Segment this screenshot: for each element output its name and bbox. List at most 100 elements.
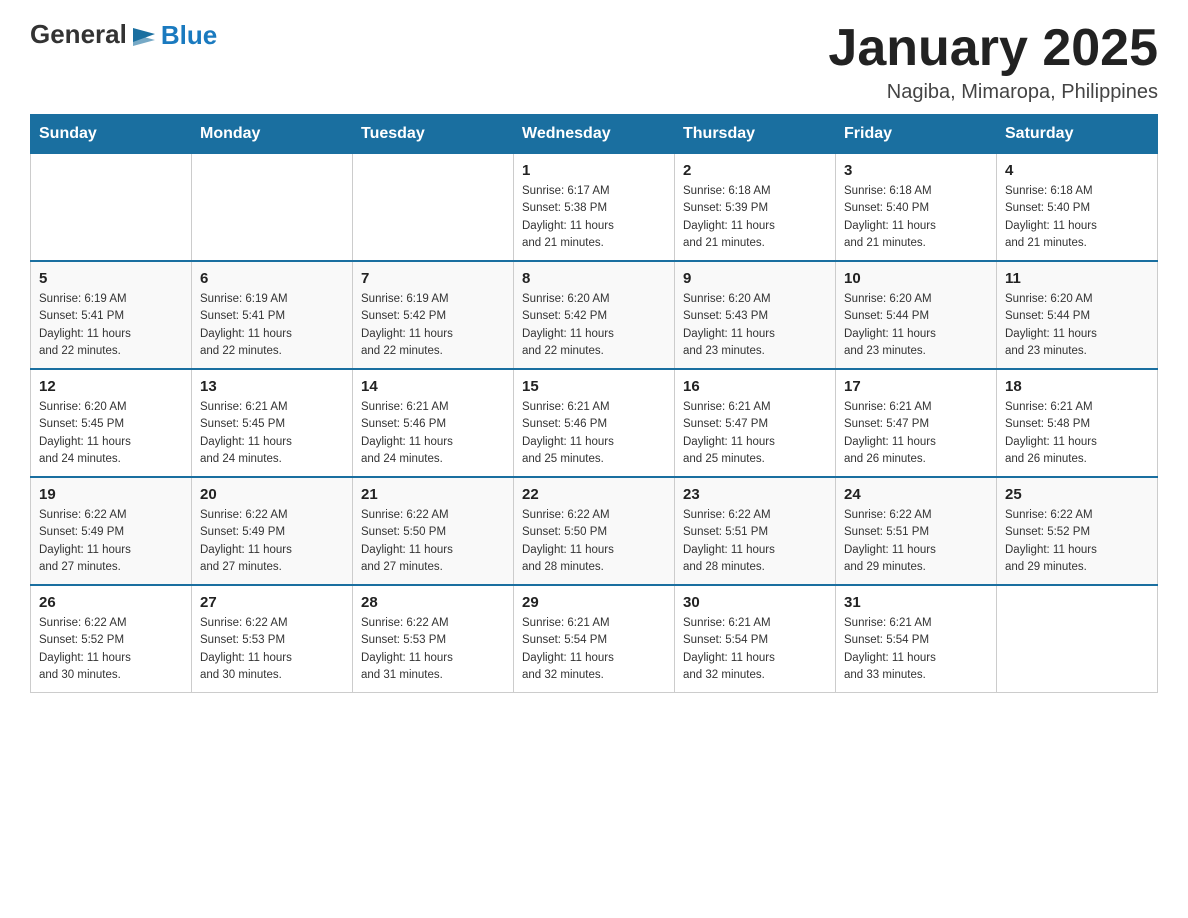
calendar-cell: 9 Sunrise: 6:20 AMSunset: 5:43 PMDaylight… [675, 261, 836, 369]
calendar-cell [353, 154, 514, 262]
calendar-cell: 21Sunrise: 6:22 AMSunset: 5:50 PMDayligh… [353, 477, 514, 585]
calendar-cell: 10 Sunrise: 6:20 AMSunset: 5:44 PMDayligh… [836, 261, 997, 369]
calendar-cell: 6 Sunrise: 6:19 AMSunset: 5:41 PMDaylight… [192, 261, 353, 369]
day-number: 11 [1005, 270, 1149, 287]
day-number: 24 [844, 486, 988, 503]
calendar-cell [192, 154, 353, 262]
day-info: Sunrise: 6:18 AMSunset: 5:40 PMDaylight:… [1005, 183, 1149, 252]
calendar-cell: 12 Sunrise: 6:20 AMSunset: 5:45 PMDayligh… [31, 369, 192, 477]
day-number: 20 [200, 486, 344, 503]
calendar-cell: 3 Sunrise: 6:18 AMSunset: 5:40 PMDaylight… [836, 154, 997, 262]
day-info: Sunrise: 6:22 AMSunset: 5:53 PMDaylight:… [361, 615, 505, 684]
day-number: 9 [683, 270, 827, 287]
day-number: 4 [1005, 162, 1149, 179]
day-number: 15 [522, 378, 666, 395]
calendar-cell: 26 Sunrise: 6:22 AMSunset: 5:52 PMDayligh… [31, 585, 192, 693]
calendar-cell: 18 Sunrise: 6:21 AMSunset: 5:48 PMDayligh… [997, 369, 1158, 477]
calendar-week-5: 26 Sunrise: 6:22 AMSunset: 5:52 PMDayligh… [31, 585, 1158, 693]
calendar-cell: 20 Sunrise: 6:22 AMSunset: 5:49 PMDayligh… [192, 477, 353, 585]
calendar-cell: 11 Sunrise: 6:20 AMSunset: 5:44 PMDayligh… [997, 261, 1158, 369]
calendar-cell: 29 Sunrise: 6:21 AMSunset: 5:54 PMDayligh… [514, 585, 675, 693]
calendar-cell: 8 Sunrise: 6:20 AMSunset: 5:42 PMDaylight… [514, 261, 675, 369]
logo-flag-icon [129, 24, 159, 54]
day-number: 13 [200, 378, 344, 395]
day-info: Sunrise: 6:21 AMSunset: 5:45 PMDaylight:… [200, 399, 344, 468]
day-info: Sunrise: 6:22 AMSunset: 5:51 PMDaylight:… [683, 507, 827, 576]
day-info: Sunrise: 6:18 AMSunset: 5:40 PMDaylight:… [844, 183, 988, 252]
day-info: Sunrise: 6:21 AMSunset: 5:54 PMDaylight:… [844, 615, 988, 684]
day-number: 29 [522, 594, 666, 611]
column-header-monday: Monday [192, 115, 353, 154]
day-number: 31 [844, 594, 988, 611]
calendar-cell: 31 Sunrise: 6:21 AMSunset: 5:54 PMDayligh… [836, 585, 997, 693]
calendar-cell: 25Sunrise: 6:22 AMSunset: 5:52 PMDayligh… [997, 477, 1158, 585]
day-info: Sunrise: 6:21 AMSunset: 5:54 PMDaylight:… [683, 615, 827, 684]
column-header-thursday: Thursday [675, 115, 836, 154]
day-number: 8 [522, 270, 666, 287]
calendar-cell: 28 Sunrise: 6:22 AMSunset: 5:53 PMDayligh… [353, 585, 514, 693]
calendar-cell: 19 Sunrise: 6:22 AMSunset: 5:49 PMDayligh… [31, 477, 192, 585]
day-info: Sunrise: 6:17 AMSunset: 5:38 PMDaylight:… [522, 183, 666, 252]
column-header-tuesday: Tuesday [353, 115, 514, 154]
day-info: Sunrise: 6:20 AMSunset: 5:42 PMDaylight:… [522, 291, 666, 360]
day-info: Sunrise: 6:20 AMSunset: 5:45 PMDaylight:… [39, 399, 183, 468]
calendar-cell: 4 Sunrise: 6:18 AMSunset: 5:40 PMDaylight… [997, 154, 1158, 262]
logo-general: General [30, 19, 127, 49]
day-number: 30 [683, 594, 827, 611]
calendar-cell: 5Sunrise: 6:19 AMSunset: 5:41 PMDaylight… [31, 261, 192, 369]
column-header-wednesday: Wednesday [514, 115, 675, 154]
day-number: 14 [361, 378, 505, 395]
day-info: Sunrise: 6:21 AMSunset: 5:47 PMDaylight:… [683, 399, 827, 468]
day-info: Sunrise: 6:20 AMSunset: 5:44 PMDaylight:… [844, 291, 988, 360]
day-info: Sunrise: 6:21 AMSunset: 5:46 PMDaylight:… [522, 399, 666, 468]
calendar-cell: 30 Sunrise: 6:21 AMSunset: 5:54 PMDayligh… [675, 585, 836, 693]
day-info: Sunrise: 6:22 AMSunset: 5:50 PMDaylight:… [361, 507, 505, 576]
day-number: 25 [1005, 486, 1149, 503]
calendar-week-3: 12 Sunrise: 6:20 AMSunset: 5:45 PMDayligh… [31, 369, 1158, 477]
calendar-header-row: SundayMondayTuesdayWednesdayThursdayFrid… [31, 115, 1158, 154]
logo: General Blue [30, 20, 217, 51]
day-number: 22 [522, 486, 666, 503]
day-info: Sunrise: 6:21 AMSunset: 5:47 PMDaylight:… [844, 399, 988, 468]
day-number: 5 [39, 270, 183, 287]
day-info: Sunrise: 6:22 AMSunset: 5:52 PMDaylight:… [39, 615, 183, 684]
column-header-saturday: Saturday [997, 115, 1158, 154]
day-number: 17 [844, 378, 988, 395]
calendar-cell: 7Sunrise: 6:19 AMSunset: 5:42 PMDaylight… [353, 261, 514, 369]
day-info: Sunrise: 6:22 AMSunset: 5:49 PMDaylight:… [39, 507, 183, 576]
day-number: 19 [39, 486, 183, 503]
day-info: Sunrise: 6:22 AMSunset: 5:49 PMDaylight:… [200, 507, 344, 576]
column-header-friday: Friday [836, 115, 997, 154]
day-number: 27 [200, 594, 344, 611]
day-info: Sunrise: 6:22 AMSunset: 5:50 PMDaylight:… [522, 507, 666, 576]
day-info: Sunrise: 6:20 AMSunset: 5:43 PMDaylight:… [683, 291, 827, 360]
calendar-cell: 27Sunrise: 6:22 AMSunset: 5:53 PMDayligh… [192, 585, 353, 693]
calendar-cell: 23 Sunrise: 6:22 AMSunset: 5:51 PMDayligh… [675, 477, 836, 585]
calendar-cell: 15 Sunrise: 6:21 AMSunset: 5:46 PMDayligh… [514, 369, 675, 477]
calendar-week-4: 19 Sunrise: 6:22 AMSunset: 5:49 PMDayligh… [31, 477, 1158, 585]
day-number: 28 [361, 594, 505, 611]
calendar-cell: 14Sunrise: 6:21 AMSunset: 5:46 PMDayligh… [353, 369, 514, 477]
day-number: 2 [683, 162, 827, 179]
day-number: 12 [39, 378, 183, 395]
column-header-sunday: Sunday [31, 115, 192, 154]
page-header: General Blue January 2025 Nagiba, Mimaro… [30, 20, 1158, 104]
day-number: 6 [200, 270, 344, 287]
day-number: 10 [844, 270, 988, 287]
day-number: 18 [1005, 378, 1149, 395]
day-info: Sunrise: 6:21 AMSunset: 5:54 PMDaylight:… [522, 615, 666, 684]
calendar-week-2: 5 Sunrise: 6:19 AMSunset: 5:41 PMDaylight… [31, 261, 1158, 369]
day-info: Sunrise: 6:20 AMSunset: 5:44 PMDaylight:… [1005, 291, 1149, 360]
day-info: Sunrise: 6:21 AMSunset: 5:48 PMDaylight:… [1005, 399, 1149, 468]
day-info: Sunrise: 6:19 AMSunset: 5:41 PMDaylight:… [200, 291, 344, 360]
day-number: 26 [39, 594, 183, 611]
day-number: 23 [683, 486, 827, 503]
calendar-cell: 16Sunrise: 6:21 AMSunset: 5:47 PMDayligh… [675, 369, 836, 477]
day-number: 7 [361, 270, 505, 287]
calendar-cell: 1 Sunrise: 6:17 AMSunset: 5:38 PMDaylight… [514, 154, 675, 262]
day-number: 1 [522, 162, 666, 179]
calendar-table: SundayMondayTuesdayWednesdayThursdayFrid… [30, 114, 1158, 693]
day-number: 3 [844, 162, 988, 179]
calendar-week-1: 1 Sunrise: 6:17 AMSunset: 5:38 PMDaylight… [31, 154, 1158, 262]
page-subtitle: Nagiba, Mimaropa, Philippines [828, 81, 1158, 104]
